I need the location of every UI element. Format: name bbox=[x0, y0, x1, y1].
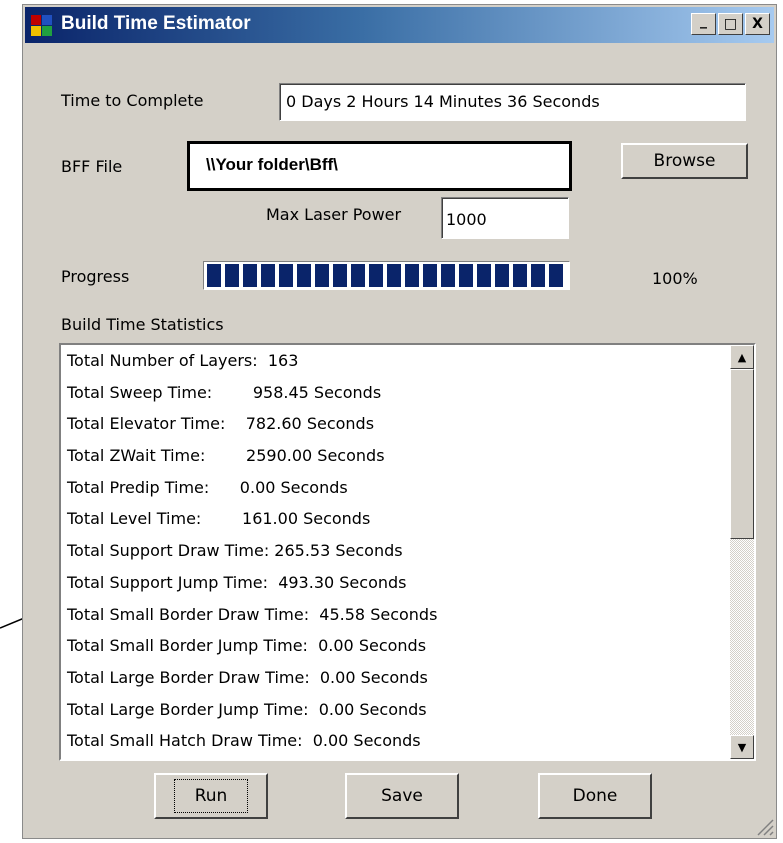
progress-block bbox=[261, 264, 275, 287]
progress-block bbox=[477, 264, 491, 287]
progress-block bbox=[531, 264, 545, 287]
maximize-icon: □ bbox=[723, 16, 738, 32]
vertical-scrollbar[interactable]: ▲ ▼ bbox=[730, 345, 754, 759]
list-item[interactable]: Total Support Jump Time: 493.30 Seconds bbox=[67, 567, 724, 599]
build-time-estimator-window: Build Time Estimator _ □ X Time to Compl… bbox=[22, 4, 777, 839]
scroll-thumb[interactable] bbox=[730, 369, 754, 539]
progress-block bbox=[387, 264, 401, 287]
title-bar[interactable]: Build Time Estimator _ □ X bbox=[25, 7, 774, 43]
progress-block bbox=[333, 264, 347, 287]
minimize-icon: _ bbox=[700, 13, 707, 29]
list-item[interactable]: Total Large Border Jump Time: 0.00 Secon… bbox=[67, 694, 724, 726]
list-item[interactable]: Total Predip Time: 0.00 Seconds bbox=[67, 472, 724, 504]
max-laser-power-label: Max Laser Power bbox=[266, 205, 402, 224]
progress-percent: 100% bbox=[652, 269, 698, 288]
max-laser-power-input[interactable]: 1000 bbox=[441, 197, 569, 239]
progress-block bbox=[369, 264, 383, 287]
run-button[interactable]: Run bbox=[154, 773, 268, 819]
progress-block bbox=[513, 264, 527, 287]
list-item[interactable]: Total Level Time: 161.00 Seconds bbox=[67, 503, 724, 535]
progress-block bbox=[297, 264, 311, 287]
close-icon: X bbox=[752, 16, 763, 32]
minimize-button[interactable]: _ bbox=[691, 13, 716, 35]
progress-block bbox=[243, 264, 257, 287]
progress-block bbox=[207, 264, 221, 287]
list-item[interactable]: Total Sweep Time: 958.45 Seconds bbox=[67, 377, 724, 409]
scroll-down-arrow-icon: ▼ bbox=[737, 740, 747, 754]
progress-label: Progress bbox=[61, 267, 130, 286]
window-title: Build Time Estimator bbox=[61, 13, 251, 34]
statistics-listbox[interactable]: Total Number of Layers: 163 Total Sweep T… bbox=[59, 343, 756, 761]
list-item[interactable]: Total Small Border Draw Time: 45.58 Seco… bbox=[67, 599, 724, 631]
scroll-up-button[interactable]: ▲ bbox=[730, 345, 754, 369]
browse-button[interactable]: Browse bbox=[621, 143, 748, 179]
statistics-list: Total Number of Layers: 163 Total Sweep T… bbox=[67, 345, 724, 757]
resize-grip-icon[interactable] bbox=[754, 816, 774, 836]
progress-bar bbox=[203, 261, 570, 290]
done-button[interactable]: Done bbox=[538, 773, 652, 819]
progress-block bbox=[549, 264, 563, 287]
list-item[interactable]: Total ZWait Time: 2590.00 Seconds bbox=[67, 440, 724, 472]
list-item[interactable]: Total Number of Layers: 163 bbox=[67, 345, 724, 377]
list-item[interactable]: Total Large Border Draw Time: 0.00 Secon… bbox=[67, 662, 724, 694]
progress-block bbox=[279, 264, 293, 287]
app-window-icon bbox=[31, 15, 53, 37]
progress-block bbox=[351, 264, 365, 287]
time-to-complete-label: Time to Complete bbox=[61, 91, 204, 110]
list-item[interactable]: Total Small Hatch Draw Time: 0.00 Second… bbox=[67, 725, 724, 757]
build-time-statistics-label: Build Time Statistics bbox=[61, 315, 224, 334]
progress-block bbox=[225, 264, 239, 287]
list-item[interactable]: Total Support Draw Time: 265.53 Seconds bbox=[67, 535, 724, 567]
bff-file-label: BFF File bbox=[61, 157, 123, 176]
close-button[interactable]: X bbox=[745, 13, 770, 35]
time-to-complete-field[interactable]: 0 Days 2 Hours 14 Minutes 36 Seconds bbox=[279, 83, 746, 121]
progress-block bbox=[495, 264, 509, 287]
maximize-button[interactable]: □ bbox=[718, 13, 743, 35]
scroll-up-arrow-icon: ▲ bbox=[737, 350, 747, 364]
progress-block bbox=[315, 264, 329, 287]
run-button-label: Run bbox=[173, 779, 249, 813]
progress-block bbox=[405, 264, 419, 287]
list-item[interactable]: Total Small Border Jump Time: 0.00 Secon… bbox=[67, 630, 724, 662]
progress-fill bbox=[207, 264, 566, 287]
bff-file-input[interactable]: \\Your folder\Bff\ bbox=[187, 141, 572, 191]
progress-block bbox=[441, 264, 455, 287]
list-item[interactable]: Total Elevator Time: 782.60 Seconds bbox=[67, 408, 724, 440]
save-button[interactable]: Save bbox=[345, 773, 459, 819]
progress-block bbox=[423, 264, 437, 287]
progress-block bbox=[459, 264, 473, 287]
scroll-down-button[interactable]: ▼ bbox=[730, 735, 754, 759]
